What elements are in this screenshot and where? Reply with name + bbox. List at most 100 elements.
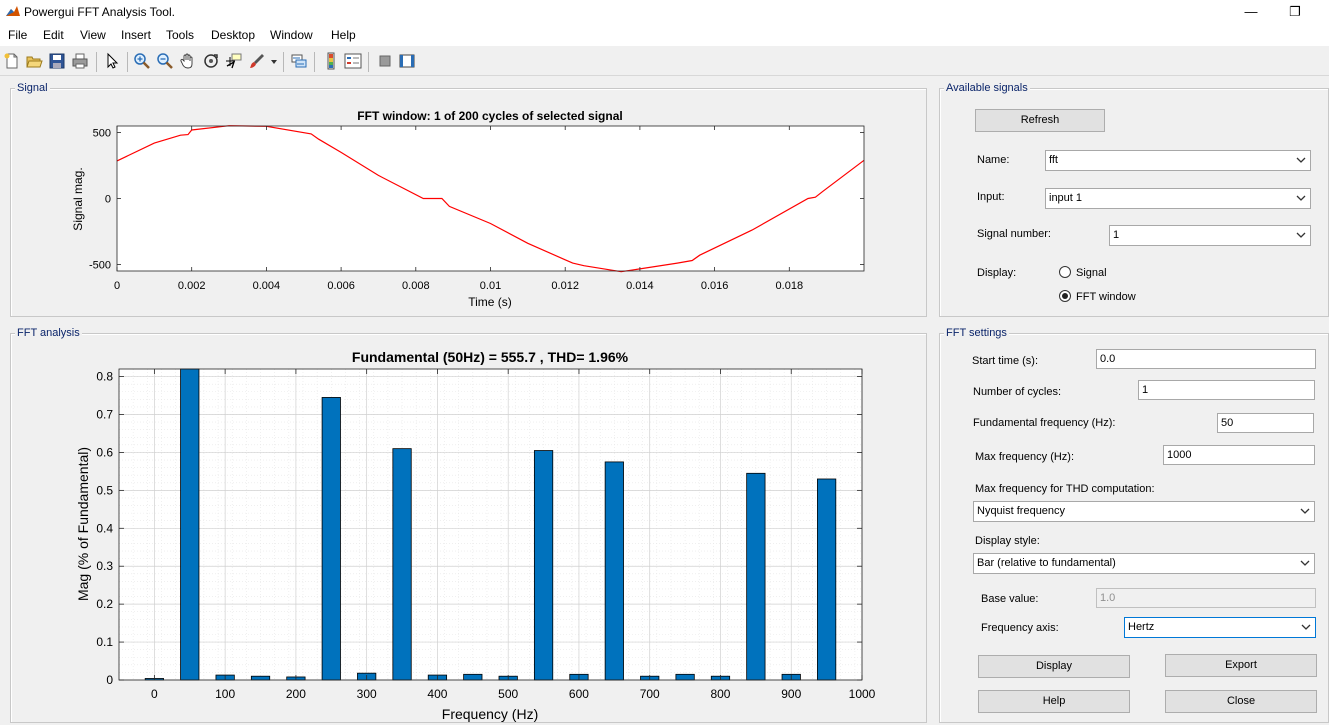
fft-bar — [392, 448, 412, 681]
chevron-down-icon — [1300, 560, 1310, 566]
fft-bar — [250, 675, 271, 681]
radio-fft-window[interactable] — [1059, 290, 1071, 302]
thd-dropdown-value: Nyquist frequency — [977, 505, 1066, 517]
signal-chart-title: FFT window: 1 of 200 cycles of selected … — [357, 109, 622, 123]
chevron-down-icon — [1296, 195, 1306, 201]
signal-number-label: Signal number: — [977, 228, 1051, 240]
radio-signal[interactable] — [1059, 266, 1071, 278]
x-tick-label: 500 — [498, 687, 518, 701]
input-dropdown-value: input 1 — [1049, 192, 1083, 204]
thd-dropdown[interactable]: Nyquist frequency — [973, 501, 1315, 522]
y-tick-label: 0.6 — [96, 445, 113, 459]
x-tick-label: 600 — [569, 687, 589, 701]
fft-bar — [675, 673, 695, 681]
freq-axis-value: Hertz — [1128, 621, 1155, 633]
export-button[interactable]: Export — [1165, 654, 1317, 677]
x-tick-label: 1000 — [849, 687, 876, 701]
available-signals-title: Available signals — [944, 82, 1030, 94]
fft-bar — [817, 478, 837, 681]
signal-chart: 0 0.002 0.004 0.006 0.008 0.01 0.012 0.014 0.016… — [71, 109, 865, 309]
y-tick-label: -500 — [89, 259, 111, 271]
x-tick-label: 0.008 — [402, 280, 430, 292]
x-tick-label: 0.002 — [178, 280, 206, 292]
display-label: Display: — [977, 267, 1017, 279]
x-tick-label: 700 — [640, 687, 660, 701]
fund-freq-label: Fundamental frequency (Hz): — [973, 417, 1116, 429]
chevron-down-icon — [1300, 508, 1310, 514]
x-tick-label: 800 — [710, 687, 730, 701]
x-tick-label: 100 — [215, 687, 235, 701]
x-tick-label: 0.012 — [551, 280, 579, 292]
x-tick-label: 0 — [151, 687, 158, 701]
name-dropdown[interactable]: fft — [1045, 150, 1311, 171]
display-style-dropdown[interactable]: Bar (relative to fundamental) — [973, 553, 1315, 574]
max-freq-input[interactable]: 1000 — [1163, 445, 1315, 465]
display-style-label: Display style: — [975, 535, 1040, 547]
restore-button[interactable]: ❐ — [1280, 2, 1310, 22]
fft-bar — [533, 450, 554, 681]
fft-settings-title: FFT settings — [944, 327, 1009, 339]
signal-chart-ylabel: Signal mag. — [71, 167, 85, 230]
name-label: Name: — [977, 154, 1010, 166]
x-tick-label: 0.006 — [327, 280, 355, 292]
minimize-button[interactable]: — — [1236, 2, 1266, 22]
fft-bar — [604, 461, 624, 681]
start-time-label: Start time (s): — [972, 355, 1039, 367]
y-tick-label: 0.2 — [96, 597, 113, 611]
y-tick-label: 0.1 — [96, 635, 113, 649]
display-style-value: Bar (relative to fundamental) — [977, 557, 1116, 569]
fft-chart-title: Fundamental (50Hz) = 555.7 , THD= 1.96% — [352, 349, 629, 365]
y-tick-label: 0.4 — [96, 521, 113, 535]
input-dropdown[interactable]: input 1 — [1045, 188, 1311, 209]
x-tick-label: 0.014 — [626, 280, 654, 292]
x-tick-label: 900 — [781, 687, 801, 701]
fft-bar — [746, 472, 766, 681]
signal-number-value: 1 — [1113, 229, 1120, 241]
radio-signal-label[interactable]: Signal — [1076, 267, 1107, 279]
x-tick-label: 0.018 — [776, 280, 804, 292]
x-tick-label: 0.01 — [480, 280, 501, 292]
freq-axis-label: Frequency axis: — [981, 622, 1059, 634]
freq-axis-dropdown[interactable]: Hertz — [1124, 617, 1316, 638]
base-value-input: 1.0 — [1096, 588, 1316, 608]
signal-chart-xlabel: Time (s) — [468, 295, 512, 309]
close-button[interactable]: Close — [1165, 690, 1317, 713]
x-tick-label: 200 — [286, 687, 306, 701]
y-tick-label: 0.5 — [96, 483, 113, 497]
refresh-button[interactable]: Refresh — [975, 109, 1105, 132]
y-tick-label: 0.3 — [96, 559, 113, 573]
max-freq-label: Max frequency (Hz): — [975, 451, 1075, 463]
name-dropdown-value: fft — [1049, 154, 1058, 166]
thd-label: Max frequency for THD computation: — [975, 483, 1155, 495]
y-tick-label: 500 — [93, 128, 111, 140]
input-label: Input: — [977, 191, 1005, 203]
display-button[interactable]: Display — [978, 655, 1130, 678]
base-value-label: Base value: — [981, 593, 1039, 605]
radio-fft-window-label[interactable]: FFT window — [1076, 291, 1136, 303]
chevron-down-icon — [1296, 157, 1306, 163]
y-tick-label: 0.8 — [96, 370, 113, 384]
fft-chart-ylabel: Mag (% of Fundamental) — [75, 447, 91, 601]
chevron-down-icon — [1301, 624, 1311, 630]
help-button[interactable]: Help — [978, 690, 1130, 713]
num-cycles-label: Number of cycles: — [973, 386, 1062, 398]
fft-bar — [321, 397, 341, 681]
x-tick-label: 0.016 — [701, 280, 729, 292]
fund-freq-input[interactable]: 50 — [1217, 413, 1314, 433]
fft-bar — [180, 368, 200, 681]
chevron-down-icon — [1296, 232, 1306, 238]
fft-chart: 0 100 200 300 400 500 600 700 800 900 1000 0 0.1 0.2 0… — [75, 349, 876, 722]
x-tick-label: 0.004 — [253, 280, 281, 292]
signal-number-dropdown[interactable]: 1 — [1109, 225, 1311, 246]
y-tick-label: 0 — [105, 194, 111, 206]
start-time-input[interactable]: 0.0 — [1096, 349, 1316, 369]
signal-plot-area — [117, 126, 864, 271]
fft-chart-xlabel: Frequency (Hz) — [442, 706, 538, 722]
x-tick-label: 0 — [114, 280, 120, 292]
x-tick-label: 400 — [427, 687, 447, 701]
y-tick-label: 0.7 — [96, 408, 113, 422]
num-cycles-input[interactable]: 1 — [1138, 380, 1315, 400]
fft-bar — [463, 673, 483, 681]
x-tick-label: 300 — [357, 687, 377, 701]
y-tick-label: 0 — [106, 673, 113, 687]
